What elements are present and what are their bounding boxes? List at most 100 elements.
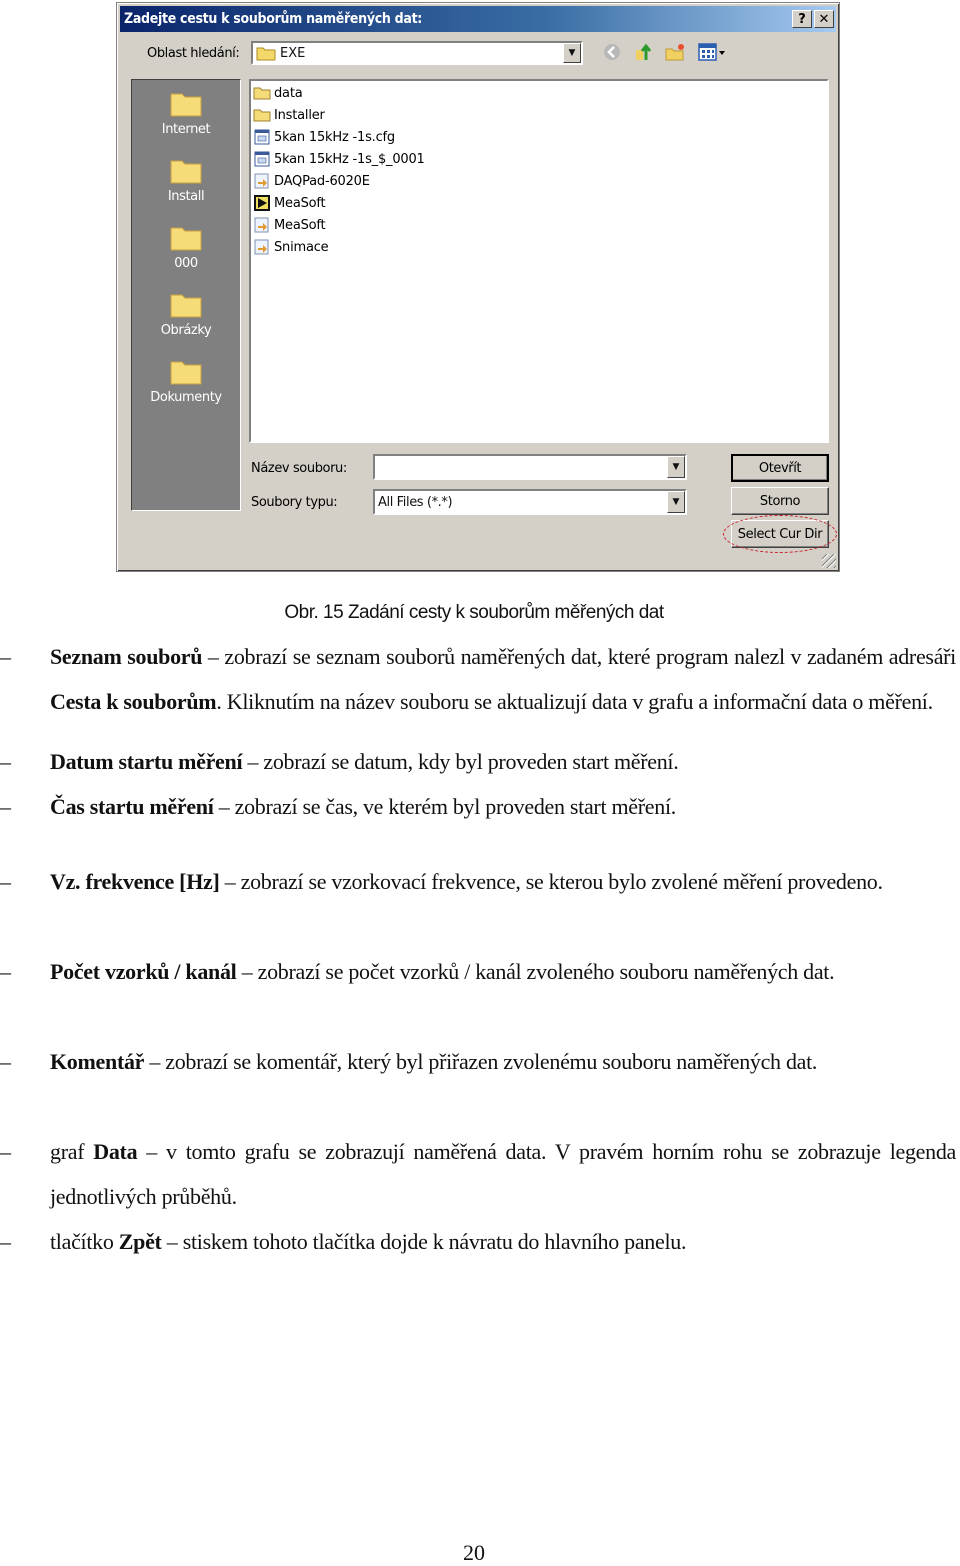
highlight-ellipse — [723, 515, 837, 553]
item-term: Cesta k souborům — [50, 689, 217, 714]
labview-app-icon — [254, 195, 270, 211]
file-name: DAQPad-6020E — [274, 173, 370, 189]
item-term: Vz. frekvence [Hz] — [50, 869, 220, 894]
view-menu-icon — [698, 43, 725, 61]
item-text: Čas startu měření – zobrazí se čas, ve k… — [50, 794, 676, 819]
open-button-label: Otevřít — [758, 460, 802, 476]
file-name-label: Název souboru: — [251, 461, 347, 476]
close-icon: ✕ — [818, 11, 830, 27]
file-name-input[interactable]: ▼ — [373, 454, 687, 480]
dash-bullet: – — [0, 644, 11, 669]
file-name: Installer — [274, 107, 325, 123]
cancel-button-label: Storno — [759, 493, 801, 509]
folder-icon — [256, 47, 276, 61]
item-text: Vz. frekvence [Hz] – zobrazí se vzorkova… — [50, 869, 883, 894]
folder-icon — [170, 160, 202, 184]
item-term: Zpět — [118, 1229, 162, 1254]
back-button[interactable] — [601, 41, 623, 63]
file-name: 5kan 15kHz -1s.cfg — [274, 129, 395, 145]
dash-bullet: – — [0, 1049, 11, 1074]
item-term: Seznam souborů — [50, 644, 203, 669]
view-menu-button[interactable] — [697, 41, 727, 63]
file-item[interactable]: MeaSoft — [253, 193, 326, 213]
file-item[interactable]: Snimace — [253, 237, 329, 257]
dash-bullet: – — [0, 749, 11, 774]
help-icon: ? — [798, 11, 806, 27]
dash-bullet: – — [0, 1229, 11, 1254]
place-label: 000 — [174, 256, 198, 271]
file-item[interactable]: DAQPad-6020E — [253, 171, 370, 191]
places-bar: Internet Install 000 Obrázky Dokumenty — [131, 79, 241, 511]
item-term: Data — [93, 1139, 138, 1164]
file-type-label: Soubory typu: — [251, 495, 338, 510]
cancel-button[interactable]: Storno — [731, 487, 829, 515]
item-term: Čas startu měření — [50, 794, 214, 819]
file-item[interactable]: data — [253, 83, 303, 103]
resize-grip[interactable] — [822, 554, 836, 568]
item-term: Počet vzorků / kanál — [50, 959, 237, 984]
back-icon — [604, 44, 620, 60]
look-in-dropdown[interactable]: EXE ▼ — [251, 41, 583, 65]
chevron-down-icon[interactable]: ▼ — [667, 456, 685, 478]
file-name: MeaSoft — [274, 195, 326, 211]
config-file-icon — [254, 129, 270, 145]
dash-bullet: – — [0, 1139, 11, 1164]
item-term: Datum startu měření — [50, 749, 243, 774]
folder-icon — [170, 361, 202, 385]
folder-icon — [170, 227, 202, 251]
file-list[interactable]: data Installer 5kan 15kHz -1s.cfg 5kan 1… — [249, 79, 829, 443]
place-dokumenty[interactable]: Dokumenty — [132, 358, 240, 405]
file-name: MeaSoft — [274, 217, 326, 233]
open-button[interactable]: Otevřít — [731, 454, 829, 482]
file-open-dialog: Zadejte cestu k souborům naměřených dat:… — [116, 2, 840, 572]
folder-icon — [170, 93, 202, 117]
chevron-down-icon[interactable]: ▼ — [667, 491, 685, 513]
file-item[interactable]: Installer — [253, 105, 325, 125]
item-text: Počet vzorků / kanál – zobrazí se počet … — [50, 959, 835, 984]
place-obrazky[interactable]: Obrázky — [132, 291, 240, 338]
place-label: Dokumenty — [150, 390, 222, 405]
dash-bullet: – — [0, 959, 11, 984]
config-file-icon — [254, 151, 270, 167]
dash-bullet: – — [0, 869, 11, 894]
close-button[interactable]: ✕ — [814, 10, 834, 28]
look-in-value: EXE — [280, 45, 306, 61]
shortcut-file-icon — [254, 217, 269, 233]
file-name: Snimace — [274, 239, 329, 255]
dialog-titlebar[interactable]: Zadejte cestu k souborům naměřených dat:… — [120, 6, 836, 32]
file-name: data — [274, 85, 303, 101]
new-folder-icon — [665, 44, 684, 61]
help-button[interactable]: ? — [792, 10, 812, 28]
shortcut-file-icon — [254, 239, 269, 255]
place-label: Internet — [161, 122, 211, 137]
file-name: 5kan 15kHz -1s_$_0001 — [274, 151, 425, 167]
folder-icon — [253, 109, 271, 122]
item-term: Komentář — [50, 1049, 145, 1074]
file-type-value: All Files (*.*) — [378, 494, 453, 510]
figure-caption: Obr. 15 Zadání cesty k souborům měřených… — [284, 602, 664, 623]
file-item[interactable]: 5kan 15kHz -1s.cfg — [253, 127, 395, 147]
item-text: Datum startu měření – zobrazí se datum, … — [50, 749, 679, 774]
folder-icon — [253, 87, 271, 100]
folder-icon — [170, 294, 202, 318]
chevron-down-icon[interactable]: ▼ — [563, 43, 581, 63]
file-item[interactable]: 5kan 15kHz -1s_$_0001 — [253, 149, 425, 169]
up-folder-icon — [636, 43, 652, 60]
file-type-dropdown[interactable]: All Files (*.*) ▼ — [373, 489, 687, 515]
dialog-toolbar — [601, 41, 727, 63]
file-item[interactable]: MeaSoft — [253, 215, 326, 235]
place-internet[interactable]: Internet — [132, 90, 240, 137]
place-label: Install — [167, 189, 205, 204]
place-install[interactable]: Install — [132, 157, 240, 204]
place-000[interactable]: 000 — [132, 224, 240, 271]
place-label: Obrázky — [160, 323, 212, 338]
new-folder-button[interactable] — [665, 41, 687, 63]
up-folder-button[interactable] — [633, 41, 655, 63]
page-number: 20 — [463, 1540, 485, 1565]
dialog-title: Zadejte cestu k souborům naměřených dat: — [124, 11, 423, 27]
item-text: graf Data – v tomto grafu se zobrazují n… — [50, 1139, 957, 1209]
shortcut-file-icon — [254, 173, 269, 189]
look-in-label: Oblast hledání: — [147, 46, 240, 61]
item-text: tlačítko Zpět – stiskem tohoto tlačítka … — [50, 1229, 687, 1254]
item-text: Komentář – zobrazí se komentář, který by… — [50, 1049, 818, 1074]
